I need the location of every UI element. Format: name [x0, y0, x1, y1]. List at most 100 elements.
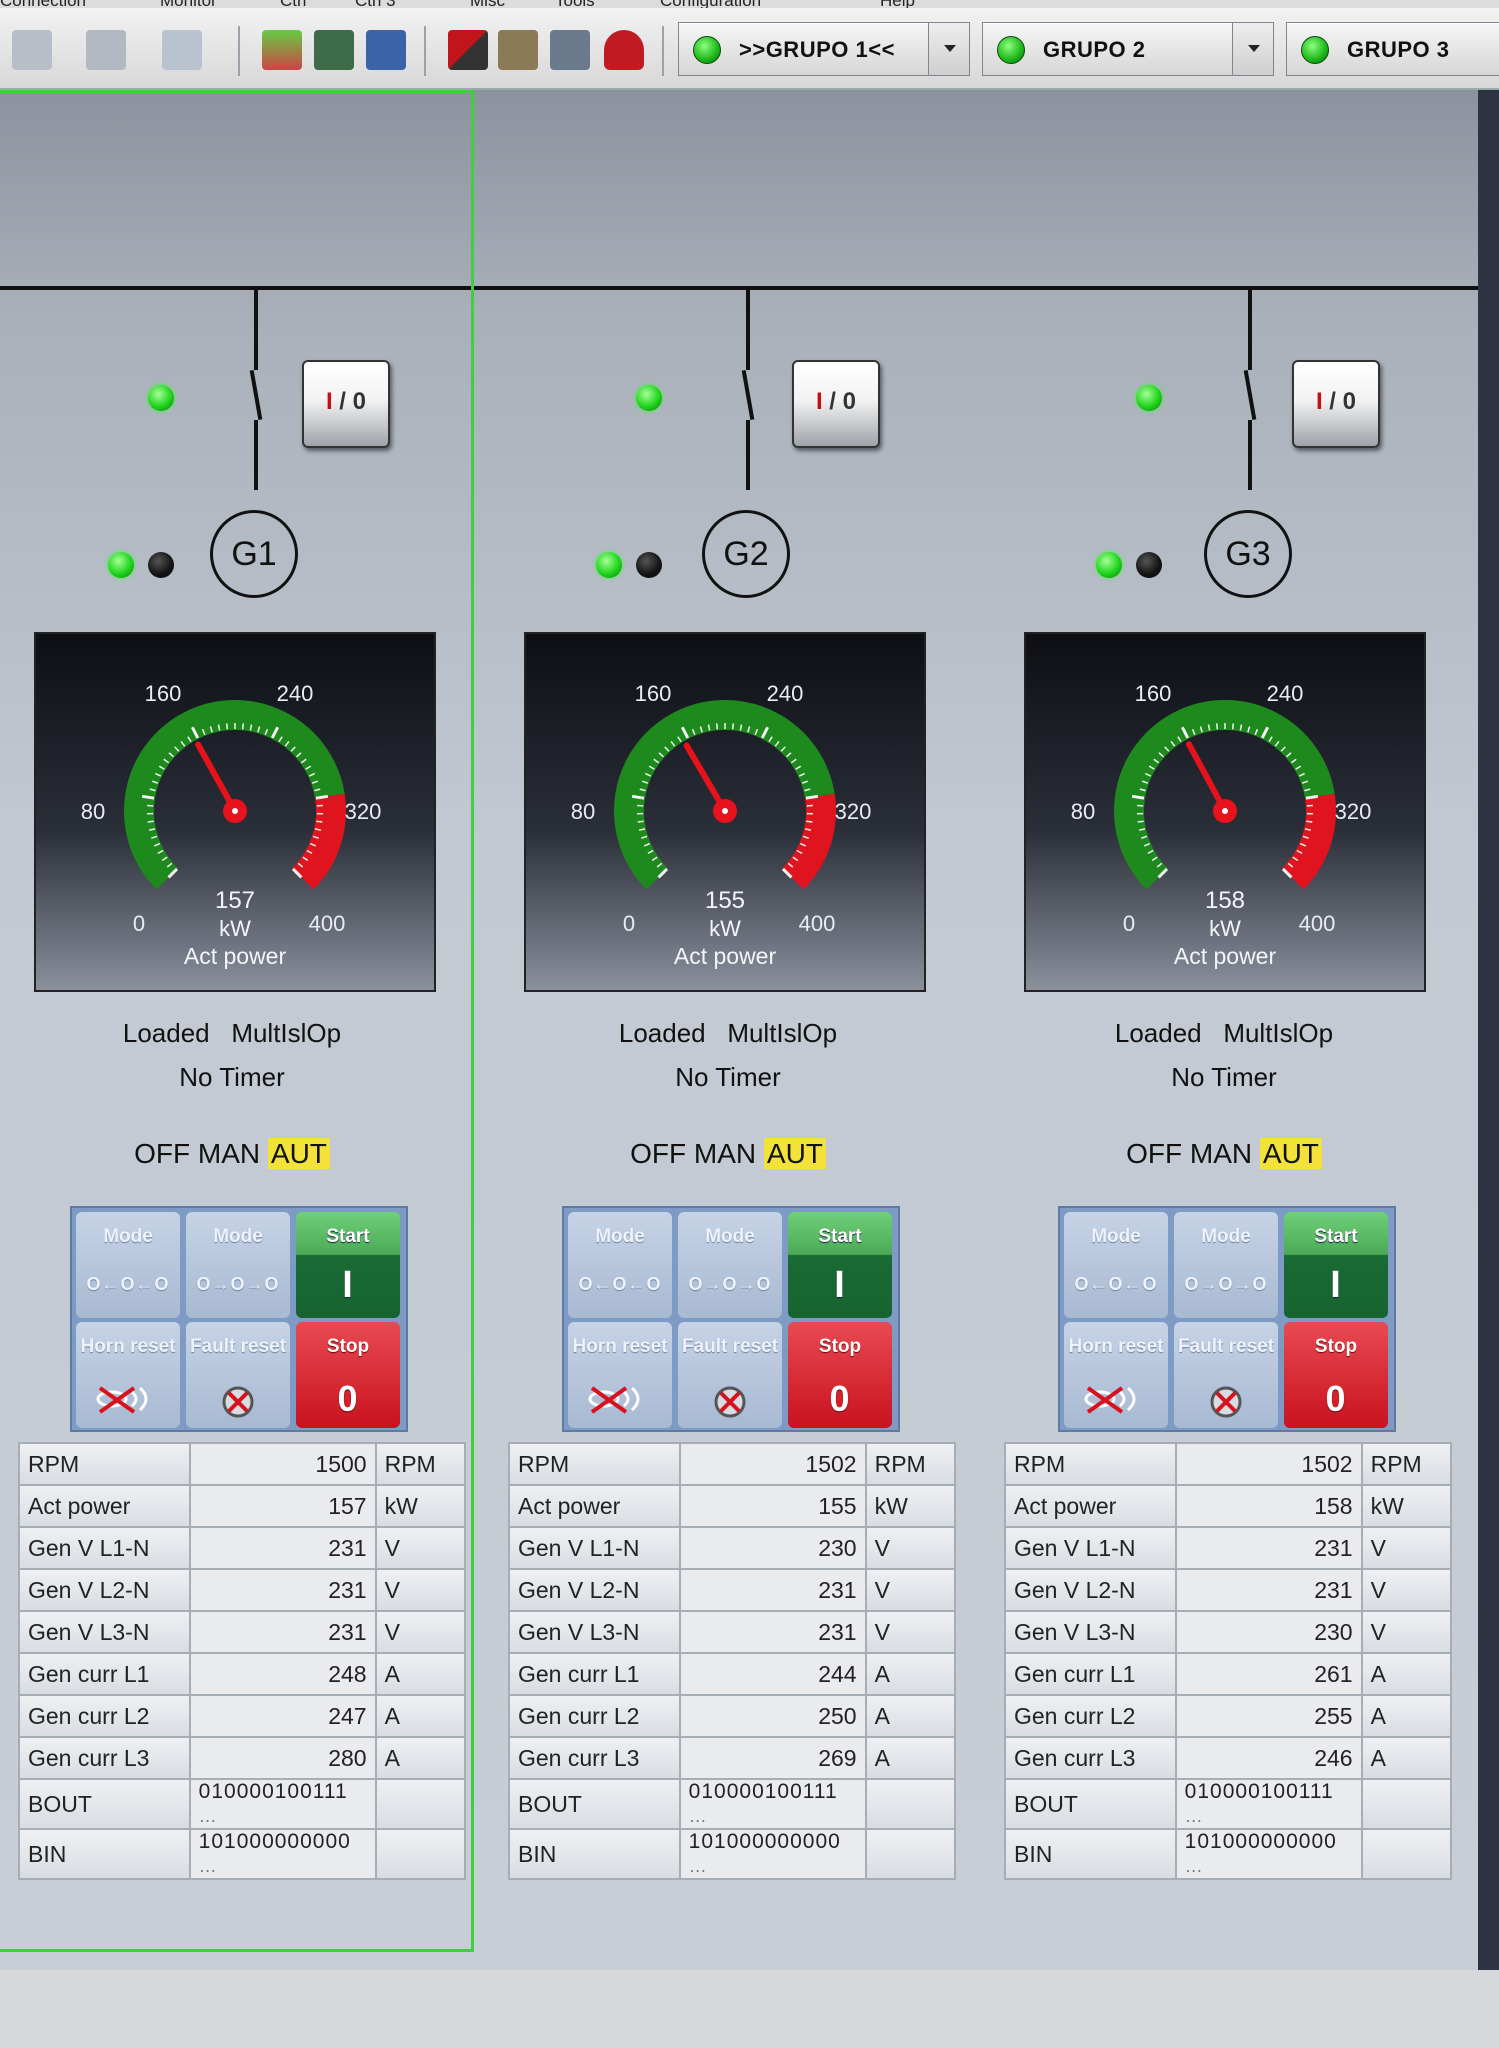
- row-value: 247: [188, 1694, 377, 1738]
- module-icon[interactable]: [314, 30, 354, 70]
- gauge-tick: [315, 794, 329, 800]
- mode-right-button[interactable]: Mode O→O→O: [186, 1212, 290, 1318]
- gauge-tick-label: 240: [277, 681, 314, 706]
- bin-more-button[interactable]: …: [1185, 1856, 1204, 1876]
- row-unit: RPM: [1360, 1442, 1453, 1486]
- menu-misc[interactable]: Misc: [470, 0, 505, 8]
- row-value: 280: [188, 1736, 377, 1780]
- mode-aut: AUT: [763, 1138, 826, 1169]
- stop-button[interactable]: Stop 0: [296, 1322, 400, 1428]
- gauge-value: 157: [215, 887, 255, 914]
- generator-symbol: G2: [702, 510, 790, 598]
- start-button[interactable]: Start I: [788, 1212, 892, 1318]
- menu-help[interactable]: Help: [880, 0, 915, 8]
- stop-button[interactable]: Stop 0: [788, 1322, 892, 1428]
- gauge-tick-label: 0: [133, 911, 145, 936]
- mode-left-button[interactable]: Mode O←O←O: [1064, 1212, 1168, 1318]
- connect-icon[interactable]: [12, 30, 52, 70]
- gauge-tick-label: 320: [345, 799, 382, 824]
- mode-off: OFF: [134, 1138, 191, 1169]
- timer-status: No Timer: [675, 1062, 781, 1092]
- group-1-dropdown-icon[interactable]: [928, 23, 969, 75]
- horn-mute-icon: [588, 1386, 640, 1414]
- bin-bits: 101000000000 …: [678, 1828, 867, 1880]
- row-name: Gen curr L1: [508, 1652, 681, 1696]
- monitor-icon[interactable]: [162, 30, 202, 70]
- breaker-wire-bottom: [254, 420, 258, 490]
- breaker-io-button[interactable]: I / 0: [792, 360, 880, 448]
- alarm-icon[interactable]: [448, 30, 488, 70]
- status-strip: [0, 1970, 1499, 2048]
- gauge-tick: [147, 820, 154, 823]
- row-name: Gen V L3-N: [1004, 1610, 1177, 1654]
- mode-right-button[interactable]: Mode O→O→O: [678, 1212, 782, 1318]
- bout-more-button[interactable]: …: [199, 1806, 218, 1826]
- menu-ctrl[interactable]: Ctrl: [280, 0, 306, 8]
- fault-reset-button[interactable]: Fault reset: [186, 1322, 290, 1428]
- fault-reset-button[interactable]: Fault reset: [678, 1322, 782, 1428]
- menu-bar: Connection Monitor Ctrl Ctrl 3 Misc Tool…: [0, 0, 1499, 8]
- group-2-dropdown-icon[interactable]: [1232, 23, 1273, 75]
- mode-left-button[interactable]: Mode O←O←O: [76, 1212, 180, 1318]
- gauge-caption: Act power: [1174, 943, 1277, 969]
- values-table: RPM 1502 RPM Act power 155 kW Gen V L1-N 230 V Ge…: [508, 1442, 957, 1880]
- tools-icon[interactable]: [550, 30, 590, 70]
- bin-more-button[interactable]: …: [689, 1856, 708, 1876]
- menu-tools[interactable]: Tools: [555, 0, 595, 8]
- gauge-tick: [1306, 820, 1313, 823]
- start-button[interactable]: Start I: [1284, 1212, 1388, 1318]
- group-selector-1[interactable]: >>GRUPO 1<<: [678, 22, 970, 76]
- row-name: Gen V L2-N: [1004, 1568, 1177, 1612]
- start-button[interactable]: Start I: [296, 1212, 400, 1318]
- disconnect-icon[interactable]: [86, 30, 126, 70]
- horn-reset-button[interactable]: Horn reset: [76, 1322, 180, 1428]
- row-unit: A: [864, 1652, 957, 1696]
- row-value: 248: [188, 1652, 377, 1696]
- bout-more-button[interactable]: …: [689, 1806, 708, 1826]
- row-name: Act power: [18, 1484, 191, 1528]
- row-name: RPM: [18, 1442, 191, 1486]
- gauge-tick-label: 160: [635, 681, 672, 706]
- lock-icon[interactable]: [604, 30, 644, 70]
- gauge-tick-label: 80: [1071, 799, 1095, 824]
- menu-monitor[interactable]: Monitor: [160, 0, 217, 8]
- gauge-tick: [1137, 820, 1144, 823]
- mode-left-button[interactable]: Mode O←O←O: [568, 1212, 672, 1318]
- menu-ctrl3[interactable]: Ctrl 3: [355, 0, 396, 8]
- gauge-tick: [1215, 723, 1219, 730]
- row-value: 255: [1174, 1694, 1363, 1738]
- row-unit: V: [1360, 1526, 1453, 1570]
- horn-reset-button[interactable]: Horn reset: [568, 1322, 672, 1428]
- menu-configuration[interactable]: Configuration: [660, 0, 761, 8]
- horn-reset-button[interactable]: Horn reset: [1064, 1322, 1168, 1428]
- mode-indicator: OFF MAN AUT: [528, 1138, 928, 1170]
- breaker-io-button[interactable]: I / 0: [1292, 360, 1380, 448]
- row-value: 231: [188, 1568, 377, 1612]
- row-unit: kW: [374, 1484, 467, 1528]
- group-selector-2[interactable]: GRUPO 2: [982, 22, 1274, 76]
- group-selector-3[interactable]: GRUPO 3: [1286, 22, 1499, 76]
- table-row: Act power 155 kW: [508, 1484, 957, 1528]
- stop-button[interactable]: Stop 0: [1284, 1322, 1388, 1428]
- breaker-io-button[interactable]: I / 0: [302, 360, 390, 448]
- generator-fault-led: [636, 552, 662, 578]
- generator-run-led: [108, 552, 134, 578]
- bout-more-button[interactable]: …: [1185, 1806, 1204, 1826]
- settings-icon[interactable]: [262, 30, 302, 70]
- breaker-wire-top: [1248, 290, 1252, 370]
- control-panel: Mode O←O←O Mode O→O→O Start I Horn reset…: [1058, 1206, 1396, 1432]
- menu-connection[interactable]: Connection: [0, 0, 86, 8]
- gauge-tick: [241, 723, 245, 730]
- table-row: Gen V L1-N 230 V: [508, 1526, 957, 1570]
- mode-man: MAN: [197, 1138, 261, 1169]
- control-panel: Mode O←O←O Mode O→O→O Start I Horn reset…: [562, 1206, 900, 1432]
- edit-icon[interactable]: [366, 30, 406, 70]
- fault-reset-button[interactable]: Fault reset: [1174, 1322, 1278, 1428]
- row-value: 155: [678, 1484, 867, 1528]
- history-icon[interactable]: [498, 30, 538, 70]
- gauge-hub-dot: [722, 808, 728, 814]
- table-row: Gen curr L2 247 A: [18, 1694, 467, 1738]
- bin-more-button[interactable]: …: [199, 1856, 218, 1876]
- row-unit: V: [864, 1610, 957, 1654]
- mode-right-button[interactable]: Mode O→O→O: [1174, 1212, 1278, 1318]
